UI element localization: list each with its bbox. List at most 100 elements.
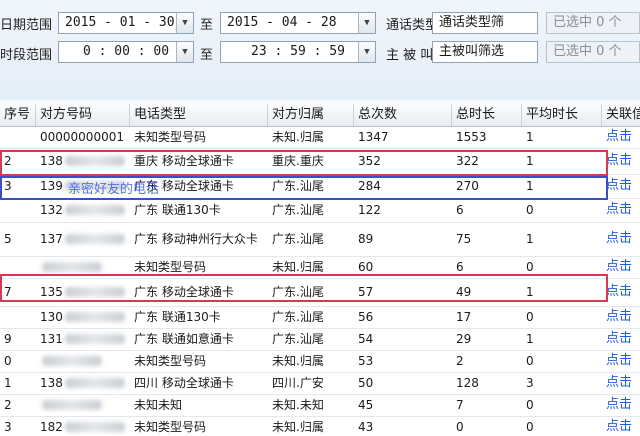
table-row[interactable]: 7 135 广东 移动全球通卡 广东.汕尾 57 49 1 点击 bbox=[0, 278, 640, 307]
call-type-selected-count: 已选中 0 个 bbox=[546, 12, 640, 34]
cell-location: 四川.广安 bbox=[272, 376, 324, 390]
redacted-digits bbox=[42, 356, 102, 366]
table-row[interactable]: 1 138 四川 移动全球通卡 四川.广安 50 128 3 点击 bbox=[0, 372, 640, 395]
detail-link[interactable]: 点击 bbox=[602, 394, 640, 416]
cell-location: 未知.归属 bbox=[272, 354, 324, 368]
date-range-label: 日期范围 bbox=[0, 18, 53, 33]
table-row[interactable]: 3 182 未知类型号码 未知.归属 43 0 0 点击 bbox=[0, 416, 640, 436]
stepper-icon[interactable]: ▼ bbox=[358, 42, 375, 62]
col-number[interactable]: 对方号码 bbox=[36, 104, 130, 126]
to-label: 至 bbox=[200, 48, 214, 63]
time-start-field[interactable]: 0 : 00 : 00 ▼ bbox=[58, 41, 194, 63]
cell-avg: 1 bbox=[526, 285, 534, 299]
col-count[interactable]: 总次数 bbox=[354, 104, 452, 126]
cell-avg: 0 bbox=[526, 398, 534, 412]
call-type-select[interactable]: 通话类型筛 bbox=[432, 12, 538, 34]
date-end-field[interactable]: 2015 - 04 - 28 ▼ bbox=[220, 12, 376, 34]
table-row[interactable]: 9 131 广东 联通如意通卡 广东.汕尾 54 29 1 点击 bbox=[0, 328, 640, 351]
direction-selected-count: 已选中 0 个 bbox=[546, 41, 640, 63]
detail-link-text[interactable]: 点击 bbox=[606, 203, 632, 217]
redacted-digits bbox=[64, 287, 125, 297]
detail-link-text[interactable]: 点击 bbox=[606, 285, 632, 299]
table-row[interactable]: 3 139 广东 移动全球通卡 广东.汕尾 284 270 1 点击 bbox=[0, 174, 640, 199]
phone-number-prefix: 135 bbox=[40, 285, 63, 299]
time-end-field[interactable]: 23 : 59 : 59 ▼ bbox=[220, 41, 376, 63]
call-type-value: 通话类型筛 bbox=[439, 15, 505, 30]
cell-duration: 322 bbox=[456, 154, 479, 168]
detail-link[interactable]: 点击 bbox=[602, 328, 640, 350]
cell-seq: 3 bbox=[4, 179, 12, 193]
detail-link[interactable]: 点击 bbox=[602, 148, 640, 174]
detail-link-text[interactable]: 点击 bbox=[606, 310, 632, 324]
cell-avg: 0 bbox=[526, 260, 534, 274]
redacted-digits bbox=[64, 181, 125, 191]
detail-link[interactable]: 点击 bbox=[602, 174, 640, 198]
detail-link[interactable]: 点击 bbox=[602, 278, 640, 306]
detail-link-text[interactable]: 点击 bbox=[606, 260, 632, 274]
col-duration[interactable]: 总时长 bbox=[452, 104, 522, 126]
direction-value: 主被叫筛选 bbox=[439, 44, 505, 59]
cell-seq: 2 bbox=[4, 154, 12, 168]
table-row[interactable]: 未知类型号码 未知.归属 60 6 0 点击 bbox=[0, 256, 640, 279]
time-end-value: 23 : 59 : 59 bbox=[251, 44, 345, 59]
table-row[interactable]: 132 广东 联通130卡 广东.汕尾 122 6 0 点击 bbox=[0, 198, 640, 223]
cell-seq: 2 bbox=[4, 398, 12, 412]
col-location[interactable]: 对方归属 bbox=[268, 104, 354, 126]
cell-number: 00000000001 bbox=[36, 126, 130, 148]
cell-count: 53 bbox=[358, 354, 374, 368]
cell-seq bbox=[0, 126, 36, 148]
detail-link[interactable]: 点击 bbox=[602, 256, 640, 278]
direction-select[interactable]: 主被叫筛选 bbox=[432, 41, 538, 63]
cell-count: 50 bbox=[358, 376, 374, 390]
col-avg[interactable]: 平均时长 bbox=[522, 104, 602, 126]
detail-link-text[interactable]: 点击 bbox=[606, 398, 632, 412]
detail-link-text[interactable]: 点击 bbox=[606, 130, 632, 144]
cell-location: 广东.汕尾 bbox=[272, 179, 324, 193]
table-row[interactable]: 00000000001 未知类型号码 未知.归属 1347 1553 1 点击 bbox=[0, 126, 640, 149]
detail-link[interactable]: 点击 bbox=[602, 198, 640, 222]
cell-duration: 0 bbox=[456, 420, 464, 434]
table-row[interactable]: 0 未知类型号码 未知.归属 53 2 0 点击 bbox=[0, 350, 640, 373]
cell-number bbox=[36, 350, 130, 372]
detail-link-text[interactable]: 点击 bbox=[606, 154, 632, 168]
detail-link[interactable]: 点击 bbox=[602, 306, 640, 328]
detail-link[interactable]: 点击 bbox=[602, 126, 640, 148]
table-row[interactable]: 130 广东 联通130卡 广东.汕尾 56 17 0 点击 bbox=[0, 306, 640, 329]
table-row[interactable]: 2 138 重庆 移动全球通卡 重庆.重庆 352 322 1 点击 bbox=[0, 148, 640, 175]
detail-link-text[interactable]: 点击 bbox=[606, 354, 632, 368]
cell-location: 未知.未知 bbox=[272, 398, 324, 412]
cell-number: 138 bbox=[36, 372, 130, 394]
detail-link-text[interactable]: 点击 bbox=[606, 376, 632, 390]
table-row[interactable]: 2 未知未知 未知.未知 45 7 0 点击 bbox=[0, 394, 640, 417]
cell-location: 广东.汕尾 bbox=[272, 285, 324, 299]
date-start-value: 2015 - 01 - 30 bbox=[65, 15, 175, 30]
cell-duration: 1553 bbox=[456, 130, 487, 144]
table-row[interactable]: 5 137 广东 移动神州行大众卡 广东.汕尾 89 75 1 点击 bbox=[0, 222, 640, 257]
detail-link[interactable]: 点击 bbox=[602, 350, 640, 372]
cell-count: 284 bbox=[358, 179, 381, 193]
detail-link-text[interactable]: 点击 bbox=[606, 420, 632, 434]
detail-link-text[interactable]: 点击 bbox=[606, 232, 632, 246]
cell-type: 未知类型号码 bbox=[134, 130, 207, 144]
cell-seq: 9 bbox=[4, 332, 12, 346]
redacted-digits bbox=[64, 334, 125, 344]
date-start-field[interactable]: 2015 - 01 - 30 ▼ bbox=[58, 12, 194, 34]
filter-panel: 日期范围 2015 - 01 - 30 ▼ 至 2015 - 04 - 28 ▼… bbox=[0, 0, 640, 100]
chevron-down-icon[interactable]: ▼ bbox=[176, 13, 193, 33]
chevron-down-icon[interactable]: ▼ bbox=[358, 13, 375, 33]
detail-link-text[interactable]: 点击 bbox=[606, 332, 632, 346]
redacted-digits bbox=[64, 205, 125, 215]
detail-link[interactable]: 点击 bbox=[602, 372, 640, 394]
col-related[interactable]: 关联信 bbox=[602, 104, 640, 126]
call-records-table: 序号 对方号码 电话类型 对方归属 总次数 总时长 平均时长 关联信 00000… bbox=[0, 104, 640, 436]
cell-count: 57 bbox=[358, 285, 374, 299]
cell-number bbox=[36, 394, 130, 416]
phone-number-prefix: 139 bbox=[40, 179, 63, 193]
stepper-icon[interactable]: ▼ bbox=[176, 42, 193, 62]
detail-link-text[interactable]: 点击 bbox=[606, 179, 632, 193]
col-type[interactable]: 电话类型 bbox=[130, 104, 268, 126]
cell-avg: 0 bbox=[526, 354, 534, 368]
col-seq[interactable]: 序号 bbox=[0, 104, 36, 126]
detail-link[interactable]: 点击 bbox=[602, 416, 640, 436]
detail-link[interactable]: 点击 bbox=[602, 222, 640, 256]
